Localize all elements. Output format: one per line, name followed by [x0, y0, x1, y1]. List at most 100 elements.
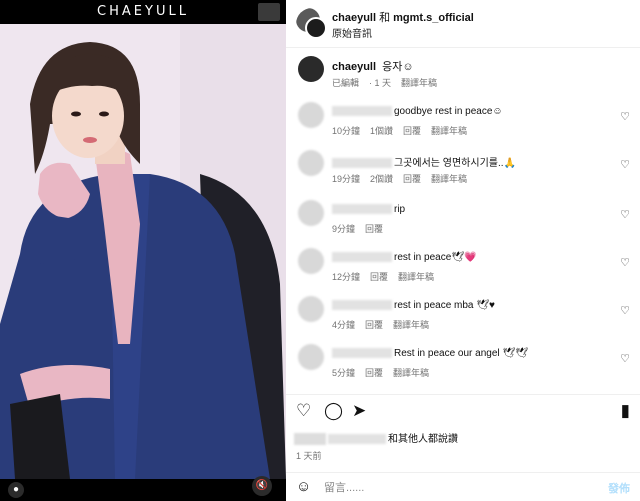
likes-summary[interactable]: 和其他人都說讚 [294, 430, 458, 446]
comment-meta-item[interactable]: 1個讚 [370, 126, 393, 136]
comment-meta-item: 9分鐘 [332, 224, 356, 234]
audio-label[interactable]: 原始音訊 [332, 25, 372, 40]
add-comment-bar: ☺ 發佈 [286, 472, 640, 501]
heart-icon[interactable]: ♡ [620, 256, 630, 269]
comment-meta-item[interactable]: 翻譯年稿 [393, 320, 429, 330]
heart-icon[interactable]: ♡ [620, 158, 630, 171]
blurred-username [328, 434, 386, 445]
comment-meta: 5分鐘 回覆 翻譯年稿 [332, 366, 439, 379]
person-icon[interactable]: ● [8, 482, 24, 498]
heart-icon[interactable]: ♡ [620, 304, 630, 317]
translate-link[interactable]: 翻譯年稿 [401, 78, 437, 88]
comment-text: goodbye rest in peace☺ [332, 106, 503, 117]
comment-meta: 9分鐘 回覆 [332, 222, 393, 235]
connector-text: 和 [379, 12, 391, 24]
comment-item: rip 9分鐘 回覆 ♡ [286, 198, 640, 242]
brand-watermark: CHAEYULL [97, 4, 189, 19]
comment-text: Rest in peace our angel 🕊🕊 [332, 348, 528, 359]
comment-avatar[interactable] [298, 296, 324, 322]
comment-meta-item[interactable]: 回覆 [365, 224, 383, 234]
media-footer [0, 479, 286, 501]
comment-item: goodbye rest in peace☺ 10分鐘 1個讚 回覆 翻譯年稿 ♡ [286, 100, 640, 144]
post-media[interactable]: CHAEYULL ● 🔇 [0, 0, 286, 501]
comment-item: Rest in peace our angel 🕊🕊 5分鐘 回覆 翻譯年稿 ♡ [286, 342, 640, 386]
caption-body: 응자☺ [382, 61, 414, 73]
comment-text: rip [332, 204, 405, 215]
comment-meta-item[interactable]: 回覆 [365, 320, 383, 330]
comment-avatar[interactable] [298, 344, 324, 370]
post-photo [0, 24, 286, 479]
comment-meta: 10分鐘 1個讚 回覆 翻譯年稿 [332, 124, 477, 137]
comment-meta-item[interactable]: 回覆 [403, 126, 421, 136]
comment-item: rest in peace🕊💗 12分鐘 回覆 翻譯年稿 ♡ [286, 246, 640, 290]
comment-icon[interactable]: ◯ [324, 401, 343, 421]
action-bar: ♡ ◯ ➤ ▮ [286, 394, 640, 426]
comment-avatar[interactable] [298, 150, 324, 176]
comment-meta-item[interactable]: 2個讚 [370, 174, 393, 184]
collaborator-username[interactable]: mgmt.s_official [393, 12, 474, 24]
comment-avatar[interactable] [298, 200, 324, 226]
caption-avatar[interactable] [298, 56, 324, 82]
caption-text: chaeyull 응자☺ [332, 58, 414, 74]
caption-username[interactable]: chaeyull [332, 61, 376, 73]
author-line: chaeyull 和 mgmt.s_official [332, 9, 474, 25]
edited-label: 已編輯 [332, 78, 360, 88]
post-header: chaeyull 和 mgmt.s_official 原始音訊 [286, 0, 640, 48]
comment-body: 그곳에서는 영면하시기를..🙏 [394, 158, 516, 169]
caption-meta: 已編輯 · 1 天翻譯年稿 [332, 76, 447, 89]
post-details: chaeyull 和 mgmt.s_official 原始音訊 chaeyull… [286, 0, 640, 501]
comment-meta-item[interactable]: 回覆 [403, 174, 421, 184]
comment-avatar[interactable] [298, 102, 324, 128]
comment-meta: 12分鐘 回覆 翻譯年稿 [332, 270, 444, 283]
comment-body: rip [394, 204, 406, 215]
comment-meta-item[interactable]: 翻譯年稿 [393, 368, 429, 378]
caption-time: · 1 天 [369, 78, 392, 88]
comment-meta-item: 12分鐘 [332, 272, 361, 282]
comment-input[interactable] [324, 480, 564, 496]
comment-meta-item[interactable]: 翻譯年稿 [431, 126, 467, 136]
bookmark-icon[interactable]: ▮ [621, 401, 630, 421]
comment-text: rest in peace mba 🕊♥ [332, 300, 495, 311]
blurred-avatars [294, 433, 326, 446]
speaker-mute-icon[interactable]: 🔇 [252, 476, 272, 496]
photo-illustration [0, 24, 286, 479]
comment-text: rest in peace🕊💗 [332, 252, 476, 263]
avatar[interactable] [296, 8, 328, 40]
blurred-username[interactable] [332, 300, 392, 311]
comment-meta-item: 5分鐘 [332, 368, 356, 378]
comment-meta: 19分鐘 2個讚 回覆 翻譯年稿 [332, 172, 477, 185]
blurred-username[interactable] [332, 106, 392, 117]
blurred-username[interactable] [332, 348, 392, 359]
post-timestamp: 1 天前 [296, 451, 322, 461]
heart-icon[interactable]: ♡ [620, 352, 630, 365]
caption: chaeyull 응자☺ 已編輯 · 1 天翻譯年稿 [286, 52, 640, 92]
comment-body: goodbye rest in peace☺ [394, 106, 503, 117]
comment-meta-item: 4分鐘 [332, 320, 356, 330]
blurred-username[interactable] [332, 252, 392, 263]
blurred-username[interactable] [332, 204, 392, 215]
post-button[interactable]: 發佈 [608, 480, 630, 496]
comment-meta-item[interactable]: 回覆 [365, 368, 383, 378]
author-username[interactable]: chaeyull [332, 12, 376, 24]
likes-text: 和其他人都說讚 [388, 434, 458, 445]
heart-icon[interactable]: ♡ [620, 208, 630, 221]
comment-item: rest in peace mba 🕊♥ 4分鐘 回覆 翻譯年稿 ♡ [286, 294, 640, 338]
blurred-logo [258, 3, 280, 21]
comment-meta-item[interactable]: 翻譯年稿 [431, 174, 467, 184]
comment-body: Rest in peace our angel 🕊🕊 [394, 348, 528, 359]
comment-meta: 4分鐘 回覆 翻譯年稿 [332, 318, 439, 331]
comment-meta-item[interactable]: 回覆 [370, 272, 388, 282]
send-icon[interactable]: ➤ [352, 401, 366, 421]
blurred-username[interactable] [332, 158, 392, 169]
comment-body: rest in peace mba 🕊♥ [394, 300, 495, 311]
comment-body: rest in peace🕊💗 [394, 252, 477, 263]
heart-icon[interactable]: ♡ [620, 110, 630, 123]
comment-item: 그곳에서는 영면하시기를..🙏 19分鐘 2個讚 回覆 翻譯年稿 ♡ [286, 148, 640, 192]
comment-text: 그곳에서는 영면하시기를..🙏 [332, 154, 516, 169]
comment-meta-item[interactable]: 翻譯年稿 [398, 272, 434, 282]
heart-icon[interactable]: ♡ [296, 401, 311, 421]
comment-avatar[interactable] [298, 248, 324, 274]
comment-meta-item: 19分鐘 [332, 174, 361, 184]
emoji-icon[interactable]: ☺ [296, 478, 311, 495]
comment-meta-item: 10分鐘 [332, 126, 361, 136]
